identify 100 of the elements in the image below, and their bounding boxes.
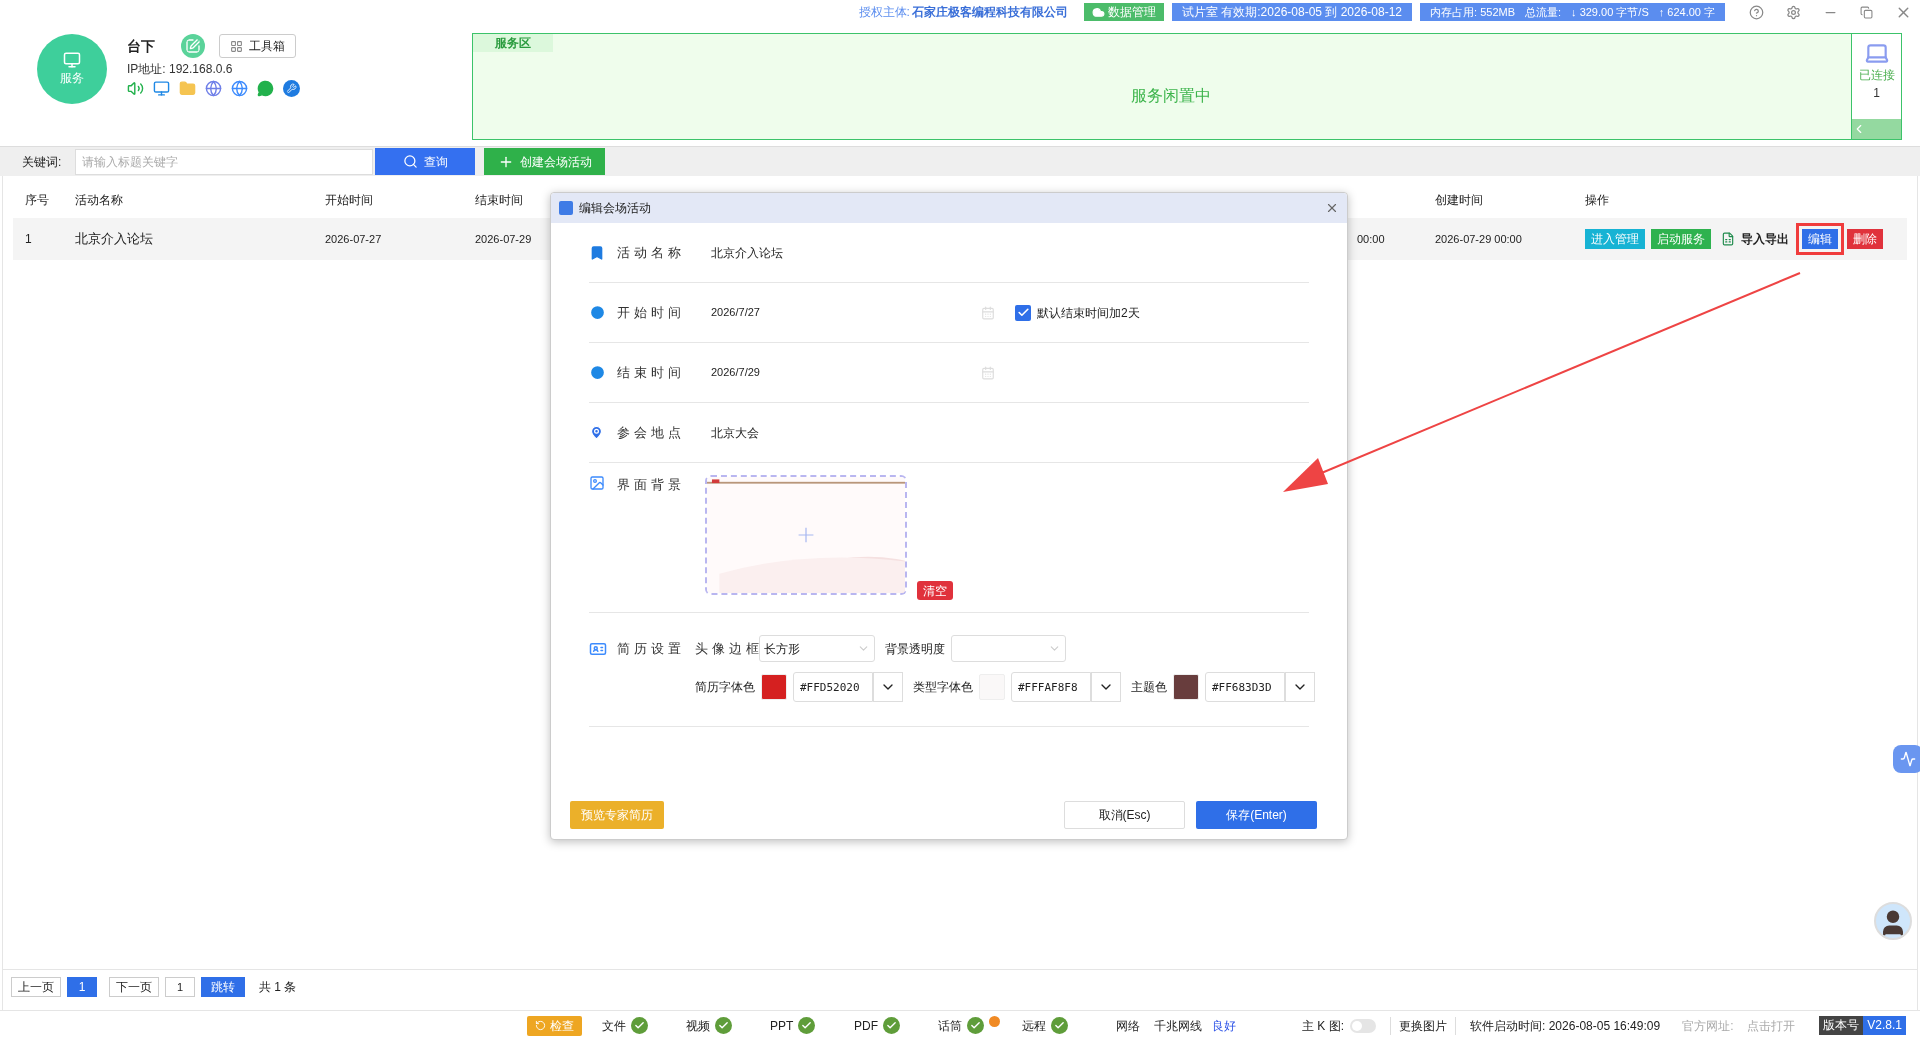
field-label: 简历设置 — [617, 639, 686, 658]
color-label: 简历字体色 — [695, 679, 755, 696]
color-value-field[interactable]: #FFD52020 — [793, 672, 873, 702]
table-cell-text: 北京介入论坛 — [74, 230, 154, 249]
restore-icon[interactable] — [1860, 5, 1873, 19]
field-value: 北京大会 — [711, 424, 759, 442]
table-cell-text: 2026-07-29 — [475, 231, 532, 247]
upload-rate: ↑ 624.00 字 — [1658, 5, 1715, 20]
location-pin-icon — [589, 425, 604, 440]
trial-badge: 试片室 有效期:2026-08-05 到 2026-08-12 — [1171, 3, 1413, 21]
site-label: 官方网址: — [1682, 1017, 1734, 1035]
monitor-icon[interactable] — [153, 80, 170, 97]
monitor-float-button[interactable] — [1893, 745, 1920, 773]
date-value: 2026/7/29 — [711, 365, 761, 381]
column-header: 活动名称 — [74, 192, 124, 209]
refresh-icon — [535, 1020, 546, 1031]
assistant-avatar[interactable] — [1874, 902, 1912, 940]
data-management-button[interactable]: 数据管理 — [1083, 3, 1164, 21]
action-button[interactable]: 删除 — [1847, 229, 1883, 249]
settings-icon[interactable] — [1786, 4, 1801, 20]
column-header: 结束时间 — [475, 192, 523, 209]
page-button[interactable]: 1 — [67, 977, 97, 997]
logo-label: 服务 — [60, 70, 84, 87]
change-image-button[interactable]: 更换图片 — [1390, 1016, 1456, 1035]
date-value: 2026/7/27 — [711, 305, 761, 321]
wrench-icon[interactable] — [283, 80, 300, 97]
cloud-icon — [1091, 5, 1105, 19]
create-activity-button[interactable]: 创建会场活动 — [484, 148, 605, 175]
color-value-field[interactable]: #FFFAF8F8 — [1011, 672, 1091, 702]
check-label: 话筒 — [938, 1017, 962, 1035]
table-cell-text: 1 — [24, 231, 33, 248]
dialog-title: 编辑会场活动 — [579, 200, 651, 217]
version-number: V2.8.1 — [1863, 1016, 1906, 1035]
spreadsheet-icon — [1721, 232, 1735, 246]
browser-icon[interactable] — [231, 80, 248, 97]
color-swatch[interactable] — [1173, 674, 1199, 700]
keyword-field[interactable]: 请输入标题关键字 — [75, 148, 373, 175]
download-rate: ↓ 329.00 字节/S — [1571, 5, 1649, 20]
field-label: 开始时间 — [617, 303, 686, 322]
server-icon — [63, 51, 81, 69]
license-label: 授权主体: — [858, 4, 910, 21]
app-icon — [559, 201, 573, 215]
edit-icon[interactable] — [181, 34, 205, 58]
color-dropdown-button[interactable] — [873, 672, 903, 702]
field-label: 活动名称 — [617, 243, 686, 262]
toolbox-button[interactable]: 工具箱 — [219, 34, 296, 58]
help-icon[interactable] — [1749, 4, 1764, 20]
checkbox[interactable] — [1015, 304, 1031, 321]
table-cell-text: 00:00 — [1356, 231, 1386, 247]
connected-count: 1 — [1873, 85, 1880, 102]
field-label: 结束时间 — [617, 363, 686, 382]
field-label: 界面背景 — [617, 476, 686, 494]
save-button[interactable]: 保存(Enter) — [1196, 801, 1317, 829]
bookmark-icon — [589, 244, 605, 261]
close-icon[interactable] — [1325, 201, 1339, 215]
version-label: 版本号 — [1819, 1016, 1864, 1035]
clear-button[interactable]: 清空 — [917, 581, 953, 600]
color-dropdown-button[interactable] — [1285, 672, 1315, 702]
column-header: 开始时间 — [324, 192, 374, 209]
checkbox-label: 默认结束时间加2天 — [1037, 304, 1140, 322]
k-map-label: 主 K 图: — [1302, 1017, 1344, 1035]
action-button[interactable]: 启动服务 — [1651, 229, 1711, 249]
page-number-field[interactable]: 1 — [165, 977, 195, 997]
start-time: 软件启动时间: 2026-08-05 16:49:09 — [1470, 1017, 1661, 1035]
open-site-link[interactable]: 点击打开 — [1747, 1016, 1796, 1035]
action-button[interactable]: 编辑 — [1802, 229, 1838, 249]
field-label: 头像边框 — [695, 639, 759, 658]
next-page-button[interactable]: 下一页 — [109, 977, 159, 997]
license-company: 石家庄极客编程科技有限公司 — [911, 4, 1068, 21]
previous-page-button[interactable]: 上一页 — [11, 977, 61, 997]
avatar-frame-select[interactable]: 长方形 — [759, 635, 875, 662]
column-header: 创建时间 — [1434, 192, 1484, 209]
column-header: 序号 — [24, 192, 50, 209]
chat-icon[interactable] — [257, 80, 274, 97]
table-cell-text: 2026-07-27 — [324, 231, 383, 247]
query-button[interactable]: 查询 — [375, 148, 475, 175]
action-button[interactable]: 进入管理 — [1585, 229, 1645, 249]
ip-address: IP地址: 192.168.0.6 — [127, 61, 234, 78]
color-value-field[interactable]: #FF683D3D — [1205, 672, 1285, 702]
pulse-icon — [1900, 751, 1916, 767]
service-area-tag: 服务区 — [473, 34, 553, 52]
table-cell-text: 2026-07-29 00:00 — [1434, 231, 1523, 247]
speaker-icon[interactable] — [127, 80, 144, 97]
color-dropdown-button[interactable] — [1091, 672, 1121, 702]
total-count: 共 1 条 — [259, 979, 297, 996]
network-label: 网络 — [1116, 1017, 1140, 1035]
memory-usage: 内存占用: 552MB — [1430, 5, 1515, 20]
color-swatch[interactable] — [761, 674, 787, 700]
globe-icon[interactable] — [205, 80, 222, 97]
keyword-label: 关键词: — [21, 153, 63, 171]
search-icon — [402, 154, 418, 169]
import-export-link[interactable]: 导入导出 — [1741, 230, 1789, 248]
check-label: PDF — [854, 1017, 878, 1035]
field-label: 背景透明度 — [885, 640, 945, 658]
k-map-toggle[interactable] — [1350, 1018, 1376, 1033]
cancel-button[interactable]: 取消(Esc) — [1064, 801, 1185, 829]
jump-button[interactable]: 跳转 — [201, 977, 245, 997]
color-label: 类型字体色 — [913, 679, 973, 696]
device-name: 台下 — [127, 36, 156, 56]
service-status: 服务闲置中 — [1131, 85, 1211, 106]
